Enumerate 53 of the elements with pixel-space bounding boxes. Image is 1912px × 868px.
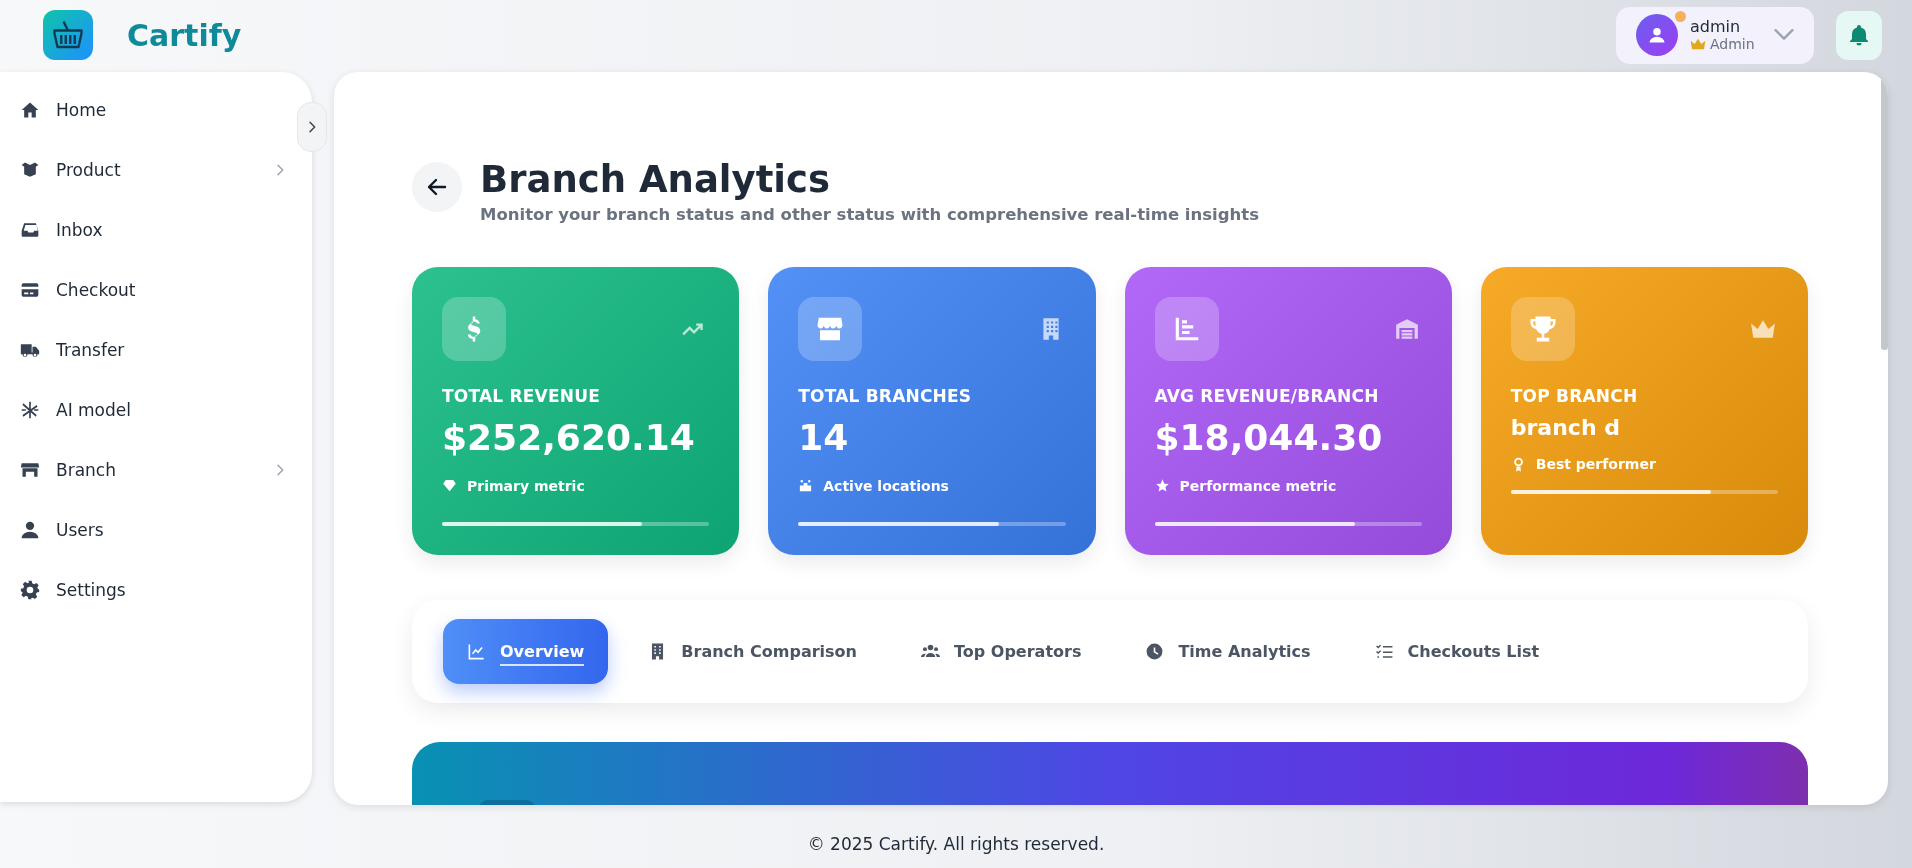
nav-item[interactable]: Inbox (0, 200, 292, 260)
bell-icon (1847, 23, 1871, 47)
nav-item[interactable]: Settings (0, 560, 292, 620)
collapse-toggle[interactable] (297, 102, 327, 152)
star-icon (1154, 478, 1170, 494)
back-button[interactable] (412, 162, 462, 212)
nav-item[interactable]: Home (0, 80, 292, 140)
card-value: $252,620.14 (442, 418, 696, 458)
card-value: $18,044.30 (1154, 418, 1384, 458)
card-label: TOTAL REVENUE (442, 386, 601, 406)
user-role: Admin (1710, 36, 1755, 53)
tab[interactable]: Overview (443, 619, 609, 684)
copyright-text: © 2025 Cartify. All rights reserved. (807, 833, 1105, 854)
tab[interactable]: Time Analytics (1121, 619, 1335, 684)
user-name: admin (1690, 17, 1742, 37)
home-icon (20, 100, 40, 120)
page-title: Branch Analytics (480, 158, 831, 201)
store-icon (20, 460, 40, 480)
inbox-icon (20, 220, 40, 240)
settings-icon (20, 580, 40, 600)
clock-icon (1145, 642, 1165, 661)
user-icon (1647, 25, 1667, 45)
card-label: TOTAL BRANCHES (798, 386, 973, 406)
user-menu[interactable]: admin Admin (1616, 6, 1814, 64)
checklist-icon (1374, 642, 1394, 661)
tab[interactable]: Checkouts List (1350, 619, 1564, 684)
line-chart-icon (467, 642, 486, 661)
brand-name: Cartify (127, 17, 242, 53)
tab[interactable]: Branch Comparison (624, 619, 881, 684)
warehouse-icon (1393, 316, 1420, 342)
tab[interactable]: Top Operators (897, 619, 1106, 684)
basket-logo-icon (43, 10, 93, 60)
nav-item[interactable]: Checkout (0, 260, 292, 320)
gem-icon (442, 478, 457, 494)
card-note: Active locations (823, 477, 949, 494)
card-note: Primary metric (467, 477, 585, 494)
credit-card-icon (20, 280, 40, 300)
card-label: TOP BRANCH (1510, 386, 1639, 406)
notifications-button[interactable] (1836, 10, 1882, 60)
nav-item[interactable]: Transfer (0, 320, 292, 380)
nav-item[interactable]: Branch (0, 440, 292, 500)
card-note: Performance metric (1179, 477, 1337, 494)
card-value: 14 (798, 418, 850, 458)
card-note: Best performer (1535, 456, 1656, 473)
user-icon (20, 520, 40, 540)
page-subtitle: Monitor your branch status and other status with comprehensive real-time insights (480, 205, 1259, 224)
crown-icon (1690, 37, 1706, 52)
nav-item[interactable]: AI model (0, 380, 292, 440)
card-value: branch d (1510, 416, 1621, 441)
nav-item[interactable]: Users (0, 500, 292, 560)
nav-item[interactable]: Product (0, 140, 292, 200)
chevron-down-icon (1774, 29, 1794, 41)
card-label: AVG REVENUE/BRANCH (1154, 386, 1380, 406)
